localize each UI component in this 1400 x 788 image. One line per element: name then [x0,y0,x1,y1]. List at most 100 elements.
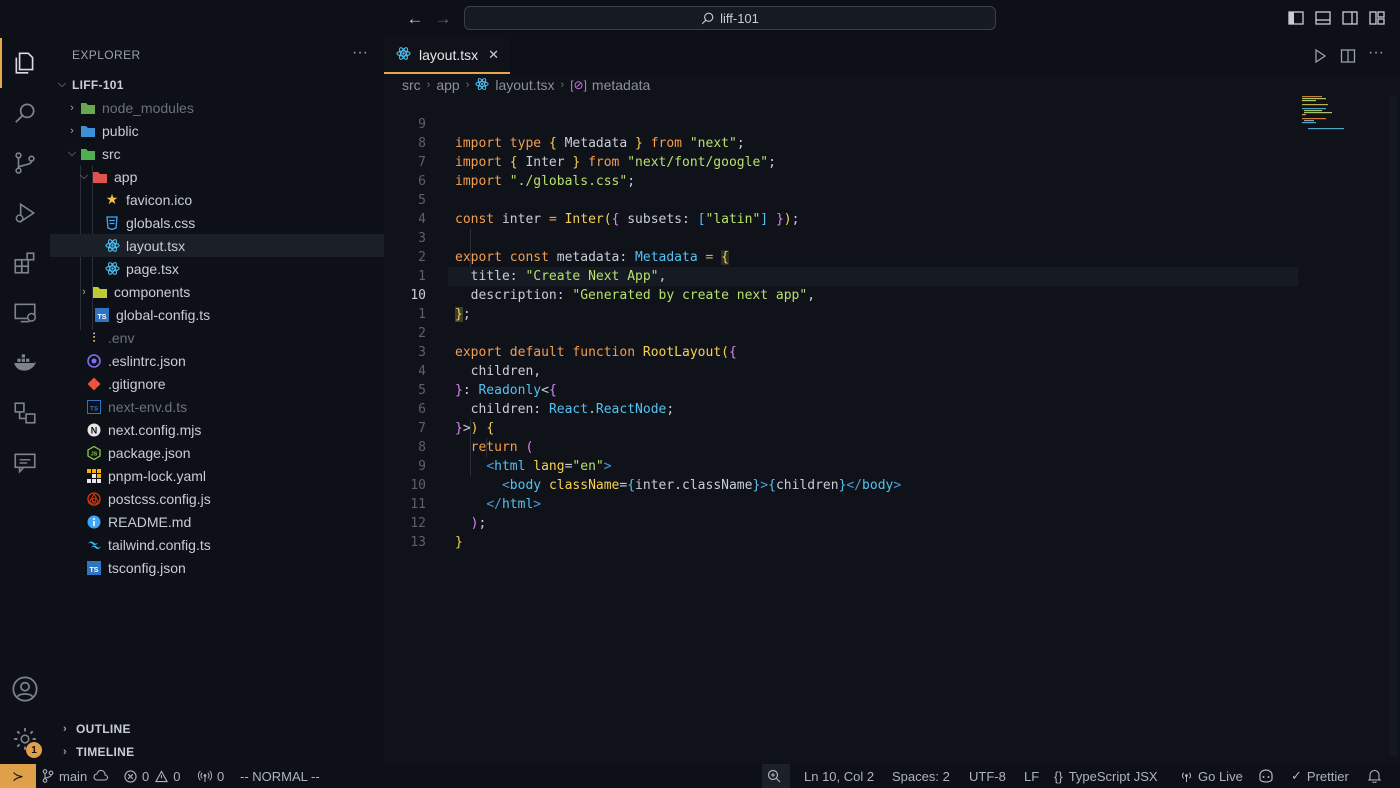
chevron-right-icon: › [465,79,470,91]
vertical-scrollbar[interactable] [1390,96,1398,756]
toggle-secondary-sidebar-icon[interactable] [1342,10,1358,26]
tree-item-eslintrc[interactable]: .eslintrc.json [50,349,420,372]
chevron-right-icon: › [560,79,565,91]
title-bar: ← → liff-101 [0,0,1400,38]
breadcrumb-app[interactable]: app [436,77,459,93]
prettier-status[interactable]: ✓ Prettier [1291,764,1349,788]
svg-text:N: N [91,425,98,435]
remote-indicator-icon[interactable]: ≻ [0,764,36,788]
tree-item-postcss[interactable]: postcss.config.js [50,487,420,510]
typescript-icon: TS [94,307,110,323]
remote-explorer-icon[interactable] [0,288,50,338]
code-line: 7 import "./globals.css"; [418,155,636,189]
tree-item-favicon[interactable]: ★ favicon.ico [50,188,438,211]
minimap[interactable] [1302,94,1362,134]
project-name: LIFF-101 [72,77,124,92]
tree-item-tsconfig[interactable]: TS tsconfig.json [50,556,420,579]
run-debug-icon[interactable] [0,188,50,238]
docker-icon[interactable] [0,338,50,388]
source-control-icon[interactable] [0,138,50,188]
tree-item-app[interactable]: ⌵ app [50,165,410,188]
forward-arrow-icon[interactable]: → [432,8,454,30]
zoom-icon[interactable] [762,764,790,788]
tree-item-next-config[interactable]: N next.config.mjs [50,418,420,441]
timeline-section[interactable]: › TIMELINE [54,741,134,763]
code-line: 9 <body className={inter.className}>{chi… [418,459,902,493]
tree-item-layout-tsx[interactable]: layout.tsx [50,234,438,257]
node-icon: JS [86,445,102,461]
tree-item-next-env[interactable]: TS next-env.d.ts [50,395,420,418]
tree-item-src[interactable]: ⌵ src [50,142,398,165]
branch-indicator[interactable]: main [42,764,114,788]
command-center[interactable]: liff-101 [464,6,996,30]
language-mode[interactable]: {} TypeScript JSX [1054,764,1158,788]
star-icon: ★ [105,191,119,207]
ports-indicator[interactable]: 0 [198,764,224,788]
more-actions-icon[interactable]: ··· [1368,44,1388,61]
tailwind-icon [86,537,102,553]
svg-text:TS: TS [98,314,107,321]
explorer-title: EXPLORER [72,48,141,62]
settings-gear-icon[interactable]: 1 [0,714,50,764]
more-actions-icon[interactable]: ··· [352,44,368,62]
split-editor-icon[interactable] [1340,48,1356,64]
tree-item-public[interactable]: › public [50,119,398,142]
outline-section[interactable]: › OUTLINE [54,718,131,740]
code-line: 1 [418,307,426,322]
cursor-position[interactable]: Ln 10, Col 2 [804,764,874,788]
accounts-icon[interactable] [0,664,50,714]
run-icon[interactable] [1312,48,1328,64]
tree-item-tailwind[interactable]: tailwind.config.ts [50,533,420,556]
back-arrow-icon[interactable]: ← [404,8,426,30]
typescript-def-icon: TS [86,399,102,415]
code-line: 10 </html> [410,478,542,512]
toggle-panel-icon[interactable] [1315,10,1331,26]
breadcrumb-src[interactable]: src [402,77,421,93]
indentation[interactable]: Spaces: 2 [892,764,950,788]
chevron-right-icon: › [70,101,74,114]
extensions-icon[interactable] [0,238,50,288]
code-line: 5 const inter = Inter({ subsets: ["latin… [418,193,800,227]
tree-item-readme[interactable]: README.md [50,510,420,533]
breadcrumb-symbol[interactable]: metadata [592,77,650,93]
notifications-icon[interactable] [1368,764,1386,788]
tree-item-env[interactable]: ⫶ .env [50,326,420,349]
tree-item-global-config[interactable]: TS global-config.ts [50,303,428,326]
next-icon: N [86,422,102,438]
sync-cloud-icon[interactable] [93,770,109,782]
tree-item-gitignore[interactable]: .gitignore [50,372,420,395]
connections-icon[interactable] [0,388,50,438]
breadcrumb-file[interactable]: layout.tsx [495,77,554,93]
toggle-primary-sidebar-icon[interactable] [1288,10,1304,26]
chevron-right-icon: › [426,79,431,91]
search-icon[interactable] [0,88,50,138]
chevron-right-icon: › [70,124,74,137]
git-branch-icon [42,769,54,783]
encoding[interactable]: UTF-8 [969,764,1006,788]
code-line: 6 [418,174,426,189]
braces-icon: {} [1054,768,1063,784]
tree-item-package-json[interactable]: JS package.json [50,441,420,464]
tree-item-globals-css[interactable]: globals.css [50,211,438,234]
explorer-icon[interactable] [0,38,50,88]
tree-item-pnpm-lock[interactable]: pnpm-lock.yaml [50,464,420,487]
chat-icon[interactable] [0,438,50,488]
css-icon [104,215,120,231]
code-line: 8 <html lang="en"> [418,440,612,474]
tree-item-components[interactable]: › components [50,280,410,303]
warning-icon [155,769,169,782]
customize-layout-icon[interactable] [1369,10,1385,26]
svg-text:TS: TS [90,567,99,574]
go-live-button[interactable]: Go Live [1180,764,1243,788]
problems-indicator[interactable]: 0 0 [124,764,180,788]
copilot-icon[interactable] [1258,764,1279,788]
tree-item-node-modules[interactable]: › node_modules [50,96,398,119]
tree-item-page-tsx[interactable]: page.tsx [50,257,438,280]
chevron-right-icon: › [63,746,67,758]
close-icon[interactable]: ✕ [488,47,499,63]
end-of-line[interactable]: LF [1024,764,1039,788]
tab-layout-tsx[interactable]: layout.tsx ✕ [384,38,510,74]
project-root[interactable]: ⌵ LIFF-101 [50,73,384,96]
code-line: 13 [410,535,426,550]
code-line: 8 import { Inter } from "next/font/googl… [418,136,776,170]
